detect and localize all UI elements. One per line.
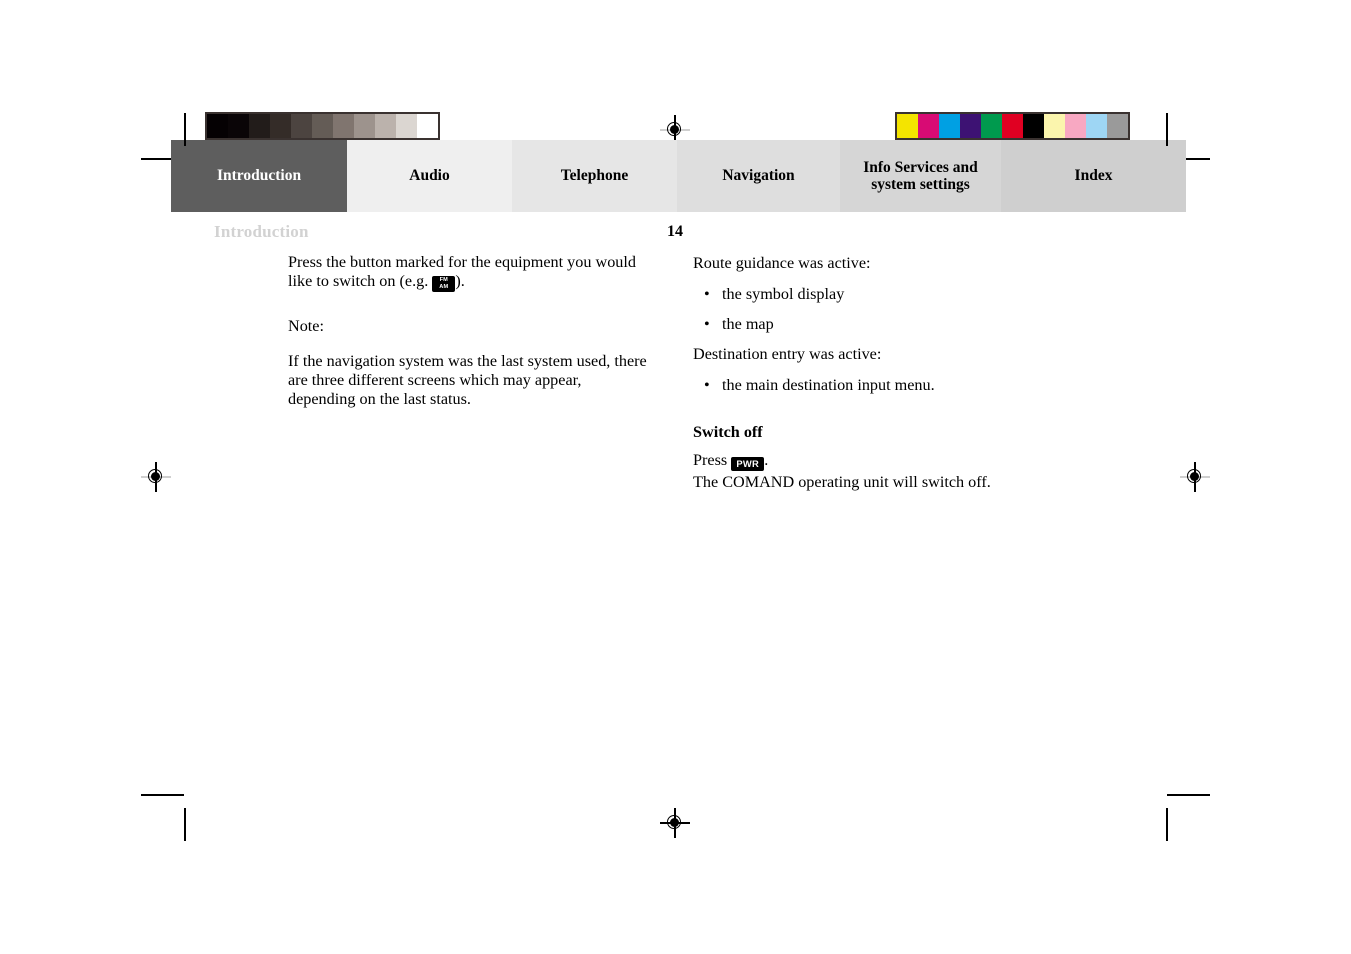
tab-label: Navigation <box>722 167 795 185</box>
tab-index[interactable]: Index <box>1001 140 1186 212</box>
list-item: • the symbol display <box>693 285 1093 304</box>
note-label: Note: <box>288 316 324 335</box>
grayscale-calibration-swatches <box>205 112 440 140</box>
registration-mark-middle-left <box>141 462 171 492</box>
calibration-swatch <box>291 114 312 138</box>
calibration-swatch <box>1023 114 1044 138</box>
calibration-swatch <box>249 114 270 138</box>
calibration-swatch <box>228 114 249 138</box>
calibration-swatch <box>1086 114 1107 138</box>
chapter-tab-bar: Introduction Audio Telephone Navigation Info… <box>171 140 1186 212</box>
calibration-swatch <box>375 114 396 138</box>
paragraph-press-button-suffix: ). <box>455 272 465 291</box>
calibration-swatch <box>897 114 918 138</box>
calibration-swatch <box>1107 114 1128 138</box>
color-calibration-swatches <box>895 112 1130 140</box>
tab-label: Audio <box>409 167 450 185</box>
fm-am-key-line1: FM <box>439 276 449 283</box>
calibration-swatch <box>1044 114 1065 138</box>
page-number: 14 <box>667 223 683 240</box>
tab-telephone[interactable]: Telephone <box>512 140 677 212</box>
calibration-swatch <box>396 114 417 138</box>
calibration-swatch <box>207 114 228 138</box>
left-text-column: Press the button marked for the equipmen… <box>288 253 648 409</box>
switch-off-body: The COMAND operating unit will switch of… <box>693 472 991 491</box>
route-guidance-heading: Route guidance was active: <box>693 254 871 272</box>
calibration-swatch <box>981 114 1002 138</box>
tab-label: Index <box>1074 167 1113 185</box>
tab-label: Introduction <box>216 167 302 185</box>
press-suffix: . <box>764 450 769 469</box>
list-item-label: the symbol display <box>722 285 845 304</box>
spine-rule-bottom-right <box>1166 808 1168 841</box>
tab-introduction[interactable]: Introduction <box>171 140 347 212</box>
list-item: • the map <box>693 315 1093 334</box>
switch-off-heading: Switch off <box>693 422 763 441</box>
bullet-glyph-icon: • <box>704 315 710 334</box>
route-guidance-list: • the symbol display • the map <box>693 285 1093 334</box>
note-body: If the navigation system was the last sy… <box>288 352 647 409</box>
running-head: Introduction <box>214 222 309 241</box>
calibration-swatch <box>1002 114 1023 138</box>
right-text-column: Route guidance was active: • the symbol … <box>693 254 1093 492</box>
bullet-glyph-icon: • <box>704 285 710 304</box>
fm-am-key-icon: FM AM <box>432 276 456 292</box>
calibration-swatch <box>918 114 939 138</box>
crop-mark-bottom-right-horizontal <box>1167 794 1210 796</box>
press-pwr-line: Press PWR. <box>693 451 1093 471</box>
list-item: • the main destination input menu. <box>693 376 1093 395</box>
fm-am-key-line2: AM <box>439 284 449 291</box>
calibration-swatch <box>333 114 354 138</box>
calibration-swatch <box>270 114 291 138</box>
registration-mark-bottom-center <box>660 808 690 838</box>
tab-label: Telephone <box>560 167 629 185</box>
tab-label: Info Services and system settings <box>863 158 978 193</box>
press-label: Press <box>693 450 728 469</box>
crop-mark-bottom-left-horizontal <box>141 794 184 796</box>
calibration-swatch <box>312 114 333 138</box>
calibration-swatch <box>417 114 438 138</box>
list-item-label: the main destination input menu. <box>722 376 935 395</box>
paragraph-press-button: Press the button marked for the equipmen… <box>288 253 648 292</box>
spine-rule-top-left <box>184 113 186 146</box>
calibration-swatch <box>939 114 960 138</box>
spine-rule-top-right <box>1166 113 1168 146</box>
registration-mark-middle-right <box>1180 462 1210 492</box>
list-item-label: the map <box>722 315 774 334</box>
calibration-swatch <box>1065 114 1086 138</box>
calibration-swatch <box>960 114 981 138</box>
tab-audio[interactable]: Audio <box>347 140 512 212</box>
tab-navigation[interactable]: Navigation <box>677 140 840 212</box>
destination-entry-heading: Destination entry was active: <box>693 345 882 364</box>
spine-rule-bottom-left <box>184 808 186 841</box>
bullet-glyph-icon: • <box>704 376 710 395</box>
destination-entry-list: • the main destination input menu. <box>693 376 1093 395</box>
tab-info-services-and-system-settings[interactable]: Info Services and system settings <box>840 140 1001 212</box>
calibration-swatch <box>354 114 375 138</box>
pwr-key-icon: PWR <box>731 456 765 471</box>
